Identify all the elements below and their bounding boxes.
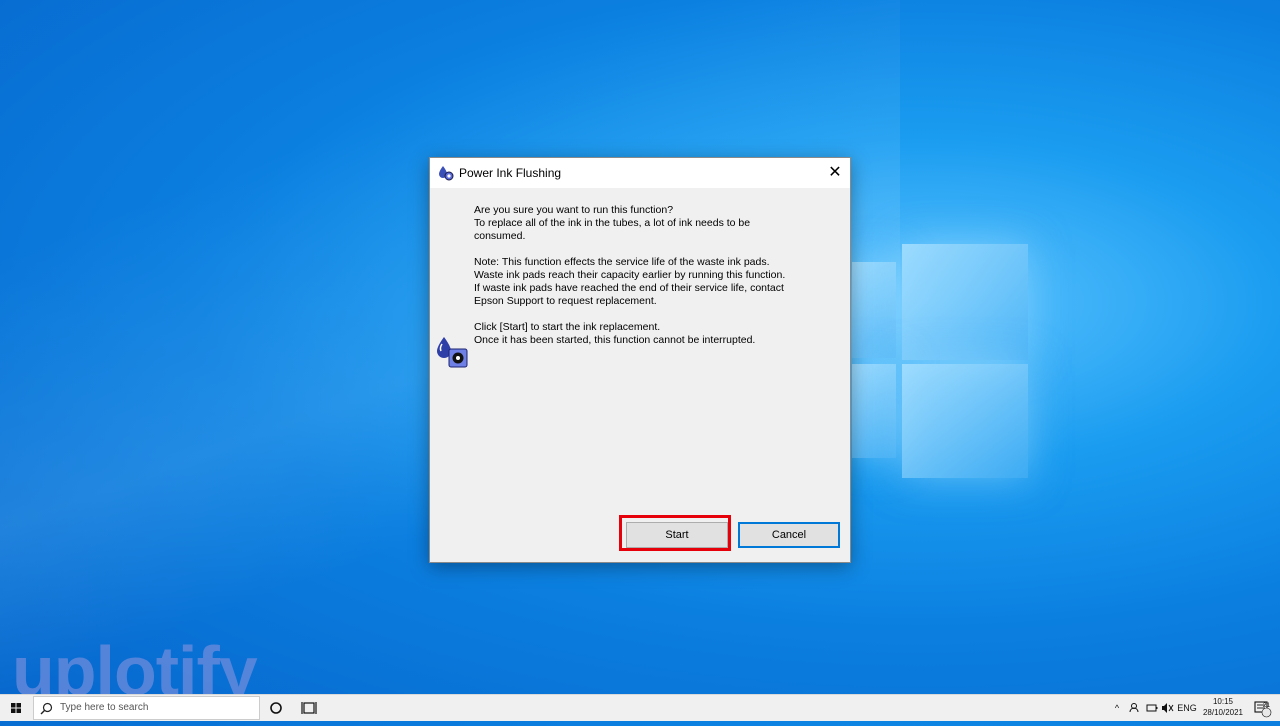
clock-time: 10:15 — [1212, 697, 1234, 706]
ink-drop-gear-icon — [439, 166, 454, 181]
cortana-circle-icon[interactable] — [266, 698, 286, 718]
notification-count: 21 — [1262, 702, 1271, 709]
message-line: If waste ink pads have reached the end o… — [474, 282, 784, 294]
message-line: To replace all of the ink in the tubes, … — [474, 217, 751, 229]
dialog-titlebar[interactable]: Power Ink Flushing ✕ — [430, 158, 850, 188]
language-indicator[interactable]: ENG — [1176, 695, 1198, 721]
ink-drop-gear-icon — [437, 337, 468, 368]
taskbar: Type here to search ^ ENG 10:15 28/10/20… — [0, 694, 1280, 721]
desktop: uplotify Power Ink Flushing ✕ Are you su… — [0, 0, 1280, 694]
watermark-logo: uplotify — [12, 632, 258, 694]
volume-muted-icon[interactable] — [1160, 695, 1174, 721]
close-button[interactable]: ✕ — [820, 158, 850, 188]
message-line: Epson Support to request replacement. — [474, 295, 657, 307]
dialog-title: Power Ink Flushing — [459, 166, 562, 180]
power-ink-flushing-dialog: Power Ink Flushing ✕ Are you sure you wa… — [429, 157, 851, 563]
start-button[interactable]: Start — [626, 522, 728, 548]
message-line: consumed. — [474, 230, 526, 242]
search-input[interactable]: Type here to search — [33, 696, 260, 720]
message-line: Are you sure you want to run this functi… — [474, 204, 674, 216]
windows-logo-icon — [11, 703, 21, 713]
message-line: Click [Start] to start the ink replaceme… — [474, 321, 661, 333]
battery-icon[interactable] — [1145, 695, 1159, 721]
cancel-button[interactable]: Cancel — [738, 522, 840, 548]
wallpaper-windows-logo — [852, 240, 1030, 480]
tray-chevron-icon[interactable]: ^ — [1110, 695, 1124, 721]
search-icon — [40, 702, 53, 715]
message-line: Waste ink pads reach their capacity earl… — [474, 269, 786, 281]
people-icon[interactable] — [1128, 695, 1144, 721]
start-menu-button[interactable] — [0, 695, 32, 721]
task-view-icon[interactable] — [298, 698, 320, 718]
action-center-button[interactable]: 21 — [1252, 695, 1272, 721]
clock-date: 28/10/2021 — [1202, 708, 1244, 717]
search-placeholder: Type here to search — [60, 702, 149, 713]
clock[interactable]: 10:15 28/10/2021 — [1198, 696, 1248, 718]
close-icon[interactable]: ✕ — [828, 164, 841, 181]
message-line: Once it has been started, this function … — [474, 334, 756, 346]
message-line: Note: This function effects the service … — [474, 256, 770, 268]
dialog-message: Are you sure you want to run this functi… — [474, 204, 824, 347]
